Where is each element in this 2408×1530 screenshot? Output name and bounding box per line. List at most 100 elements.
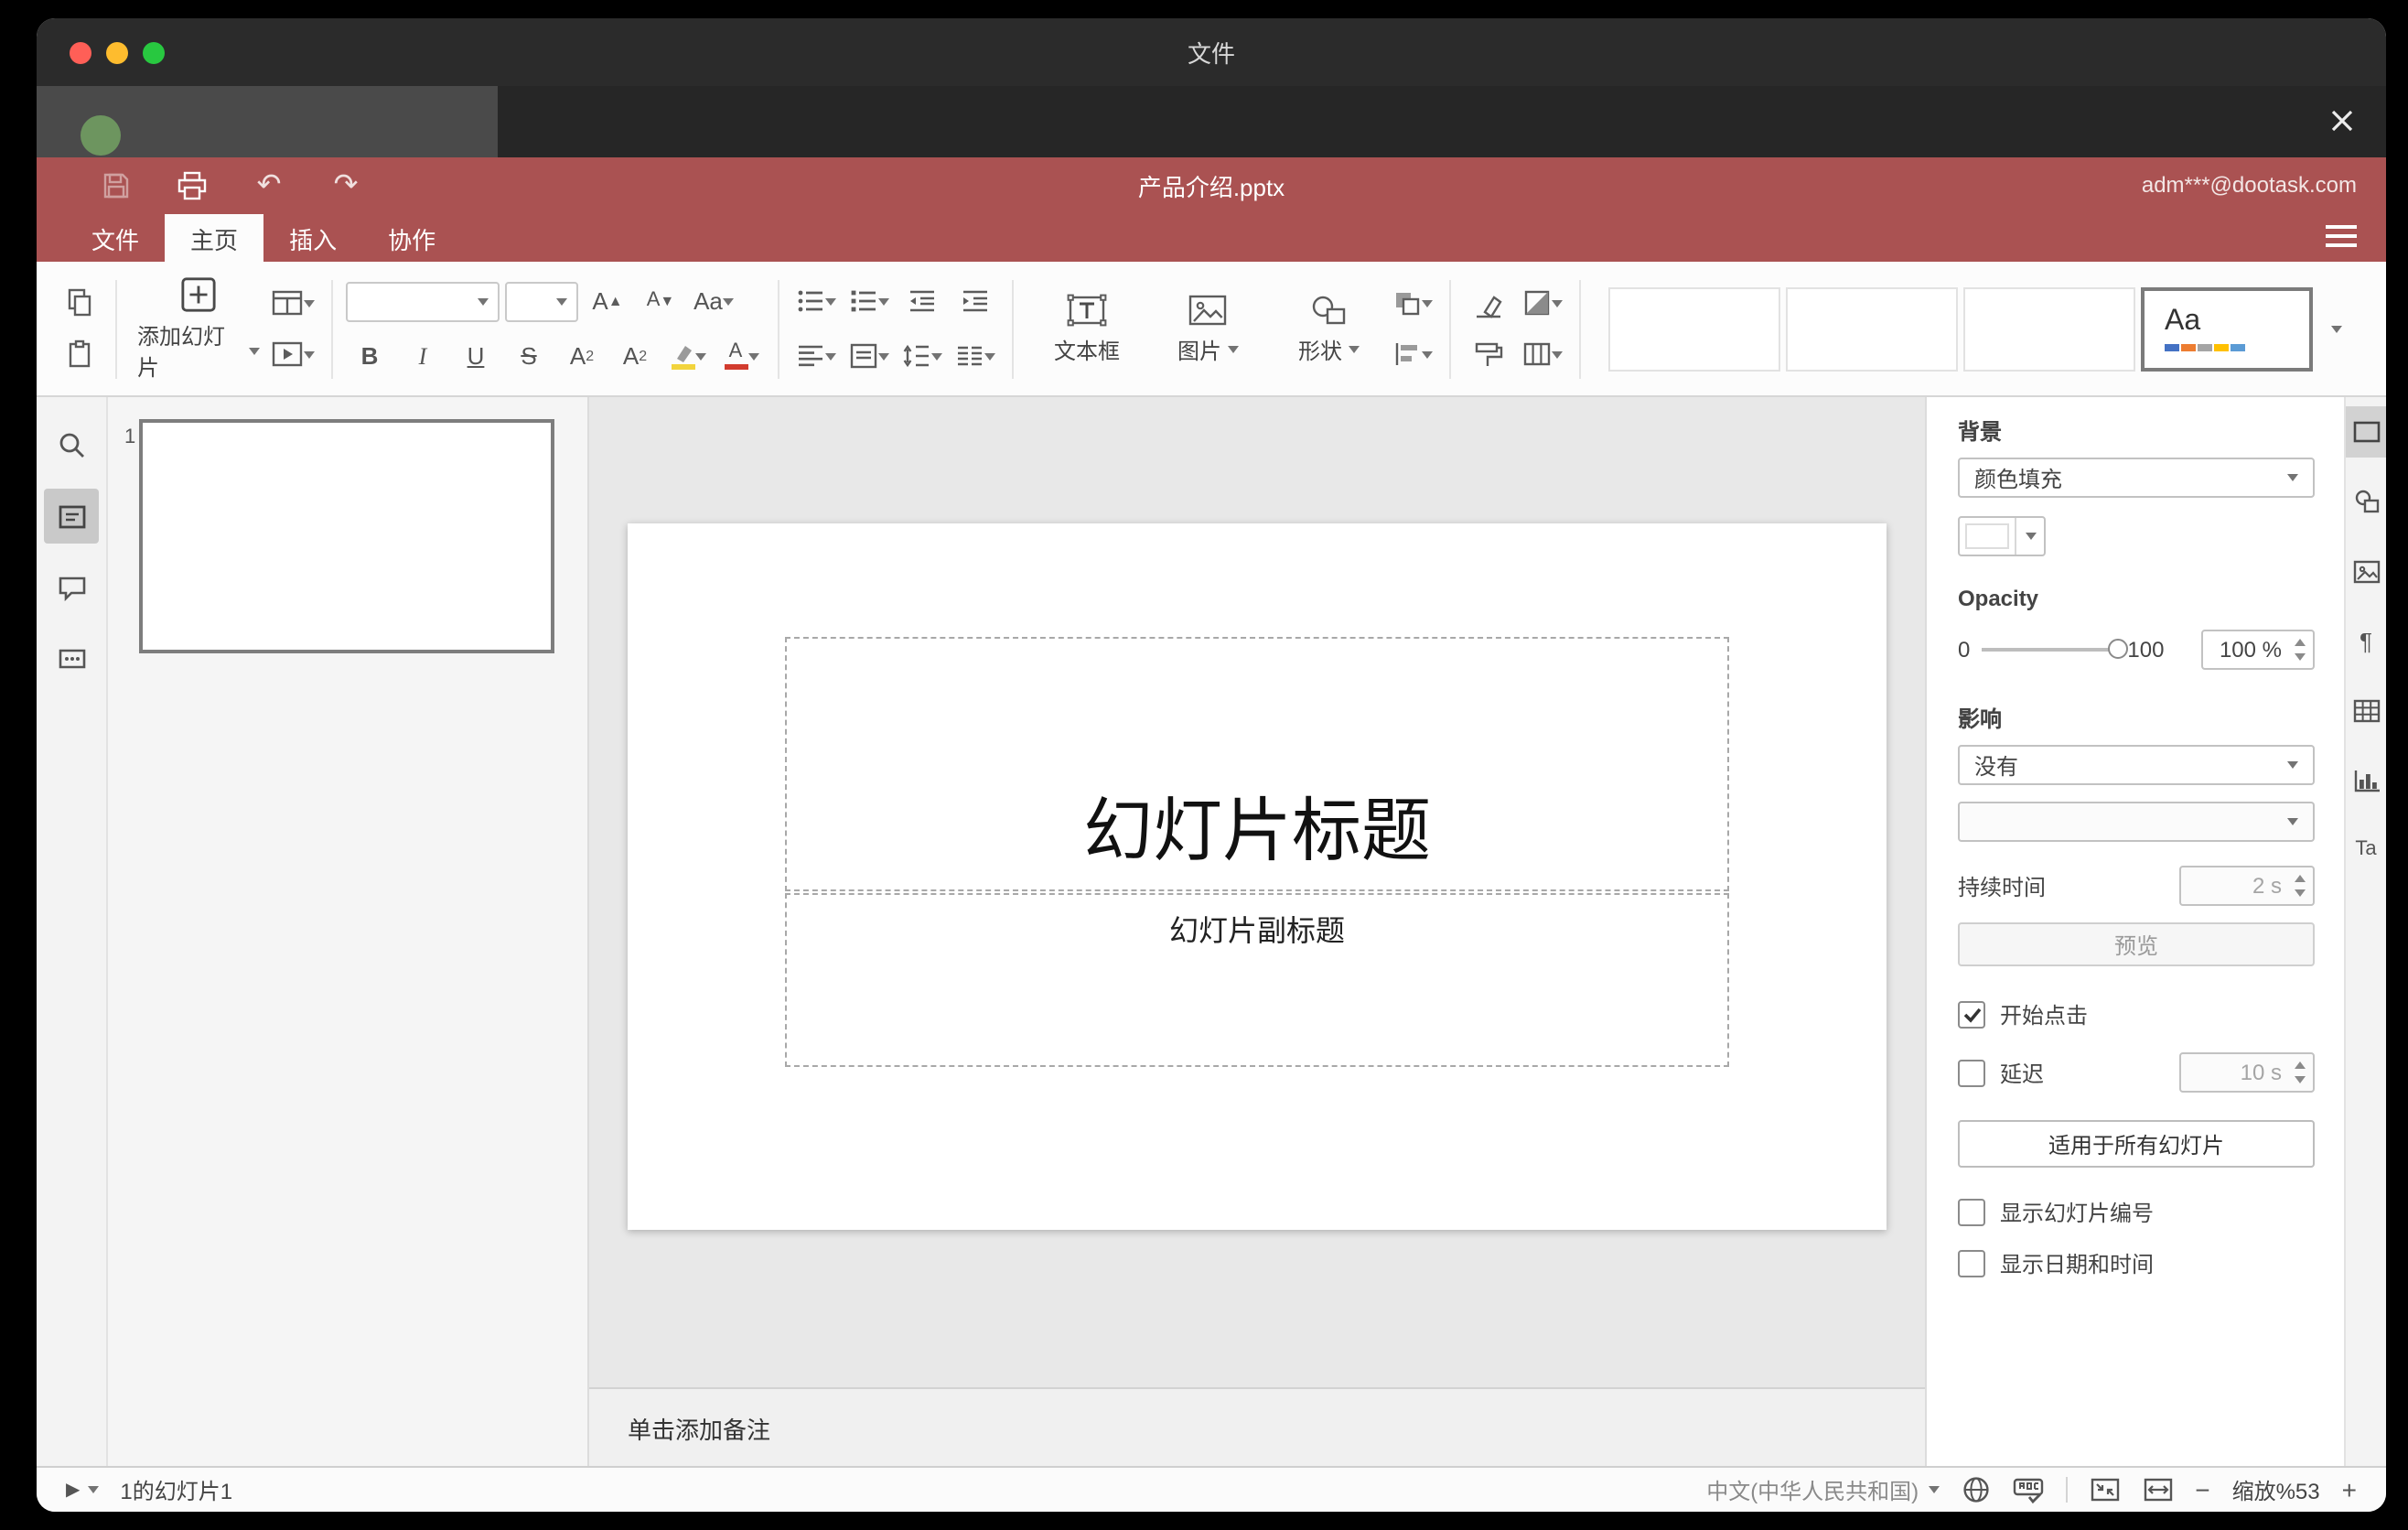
font-color-button[interactable]: A <box>717 334 765 378</box>
search-button[interactable] <box>44 417 99 472</box>
zoom-value[interactable]: 缩放%53 <box>2232 1474 2320 1505</box>
increase-indent-button[interactable] <box>951 279 999 323</box>
increase-font-button[interactable]: A ▲ <box>584 279 631 323</box>
opacity-spinner[interactable]: 100 % <box>2201 630 2315 670</box>
paste-button[interactable] <box>55 332 102 376</box>
hamburger-menu-button[interactable] <box>2326 225 2357 247</box>
arrange-shapes-button[interactable] <box>1389 281 1436 325</box>
theme-slot[interactable] <box>1608 286 1780 371</box>
document-language-button[interactable] <box>1961 1475 1990 1504</box>
insert-textbox-button[interactable]: 文本框 <box>1027 275 1147 382</box>
close-window-button[interactable] <box>70 42 91 64</box>
spinner-arrows[interactable] <box>2295 639 2306 661</box>
delay-checkbox[interactable] <box>1958 1059 1985 1086</box>
feedback-button[interactable] <box>44 631 99 686</box>
subtitle-placeholder[interactable]: 幻灯片副标题 <box>785 893 1729 1067</box>
color-picker-expand[interactable] <box>2015 518 2044 555</box>
zoom-window-button[interactable] <box>143 42 165 64</box>
title-placeholder[interactable]: 幻灯片标题 <box>785 637 1729 891</box>
shape-settings-tab[interactable] <box>2346 476 2386 527</box>
slide[interactable]: 幻灯片标题 幻灯片副标题 <box>628 523 1887 1230</box>
save-button[interactable] <box>91 163 139 207</box>
tab-home[interactable]: 主页 <box>165 214 264 262</box>
horizontal-align-button[interactable] <box>792 334 840 378</box>
slide-thumbnail[interactable] <box>139 419 554 653</box>
shape-fill-button[interactable] <box>1519 281 1566 325</box>
theme-slot[interactable] <box>1963 286 2135 371</box>
delay-spinner[interactable]: 10 s <box>2179 1052 2315 1093</box>
line-spacing-button[interactable] <box>898 334 946 378</box>
slide-settings-tab[interactable] <box>2346 406 2386 458</box>
decrease-indent-button[interactable] <box>898 279 946 323</box>
tab-file[interactable]: 文件 <box>66 214 165 262</box>
spellcheck-button[interactable] <box>2012 1476 2043 1503</box>
tab-insert[interactable]: 插入 <box>263 214 362 262</box>
zoom-in-button[interactable]: + <box>2342 1475 2357 1504</box>
minimize-window-button[interactable] <box>106 42 128 64</box>
slide-size-button[interactable] <box>1519 332 1566 376</box>
subscript-button[interactable]: A 2 <box>611 334 659 378</box>
theme-gallery-expand-button[interactable] <box>2313 307 2360 350</box>
copy-style-button[interactable] <box>1464 332 1511 376</box>
start-on-click-checkbox[interactable] <box>1958 1001 1985 1029</box>
apply-to-all-button[interactable]: 适用于所有幻灯片 <box>1958 1120 2315 1168</box>
font-name-select[interactable] <box>346 281 500 321</box>
fit-width-button[interactable] <box>2142 1477 2173 1503</box>
duration-spinner[interactable]: 2 s <box>2179 866 2315 906</box>
chevron-down-icon <box>87 1486 99 1493</box>
tab-collaboration[interactable]: 协作 <box>362 214 461 262</box>
slides-panel-button[interactable] <box>44 489 99 544</box>
notes-area[interactable]: 单击添加备注 <box>589 1387 1925 1466</box>
zoom-out-button[interactable]: − <box>2195 1475 2209 1504</box>
opacity-slider[interactable] <box>1981 639 2128 659</box>
decrease-font-button[interactable]: A ▼ <box>637 279 684 323</box>
language-select[interactable]: 中文(中华人民共和国) <box>1706 1474 1940 1505</box>
insert-image-button[interactable]: 图片 <box>1147 275 1268 382</box>
change-case-button[interactable]: Aa <box>690 279 737 323</box>
font-size-select[interactable] <box>505 281 578 321</box>
effect-type-select[interactable] <box>1958 802 2315 842</box>
redo-button[interactable]: ↷ <box>322 163 370 207</box>
line-spacing-icon <box>903 344 929 368</box>
effect-select[interactable]: 没有 <box>1958 745 2315 785</box>
bullet-list-button[interactable] <box>792 279 840 323</box>
columns-button[interactable] <box>951 334 999 378</box>
insert-shape-button[interactable]: 形状 <box>1268 275 1389 382</box>
italic-button[interactable]: I <box>399 334 446 378</box>
undo-button[interactable]: ↶ <box>245 163 293 207</box>
start-preview-button[interactable]: ▶ <box>66 1480 99 1500</box>
image-settings-tab[interactable] <box>2346 545 2386 597</box>
highlight-color-button[interactable] <box>664 334 712 378</box>
delay-value: 10 s <box>2240 1060 2282 1085</box>
clear-style-button[interactable] <box>1464 281 1511 325</box>
copy-icon <box>67 288 91 317</box>
theme-slot[interactable] <box>1786 286 1958 371</box>
fit-slide-button[interactable] <box>2089 1477 2120 1503</box>
underline-button[interactable]: U <box>452 334 500 378</box>
textart-settings-tab[interactable]: Ta <box>2346 824 2386 875</box>
bold-button[interactable]: B <box>346 334 393 378</box>
show-slide-number-checkbox[interactable] <box>1958 1199 1985 1226</box>
slide-layout-button[interactable] <box>267 281 318 325</box>
fill-type-select[interactable]: 颜色填充 <box>1958 458 2315 498</box>
close-editor-button[interactable] <box>2320 99 2364 143</box>
opacity-slider-handle[interactable] <box>2107 639 2128 659</box>
superscript-button[interactable]: A 2 <box>558 334 606 378</box>
vertical-align-button[interactable] <box>845 334 893 378</box>
preview-button[interactable]: 预览 <box>1958 922 2315 966</box>
fill-color-picker[interactable] <box>1958 516 2046 556</box>
paragraph-settings-tab[interactable]: ¶ <box>2346 615 2386 666</box>
comments-button[interactable] <box>44 560 99 615</box>
strikethrough-button[interactable]: S <box>505 334 553 378</box>
copy-button[interactable] <box>55 281 102 325</box>
align-shapes-button[interactable] <box>1389 332 1436 376</box>
add-slide-button[interactable]: 添加幻灯片 <box>130 275 267 382</box>
print-button[interactable] <box>168 163 216 207</box>
numbered-list-button[interactable] <box>845 279 893 323</box>
theme-slot-selected[interactable]: Aa <box>2141 286 2313 371</box>
table-settings-tab[interactable] <box>2346 684 2386 736</box>
chart-settings-tab[interactable] <box>2346 754 2386 805</box>
show-date-time-checkbox[interactable] <box>1958 1250 1985 1277</box>
format-painter-icon <box>1474 341 1502 365</box>
start-slideshow-button[interactable] <box>267 332 318 376</box>
